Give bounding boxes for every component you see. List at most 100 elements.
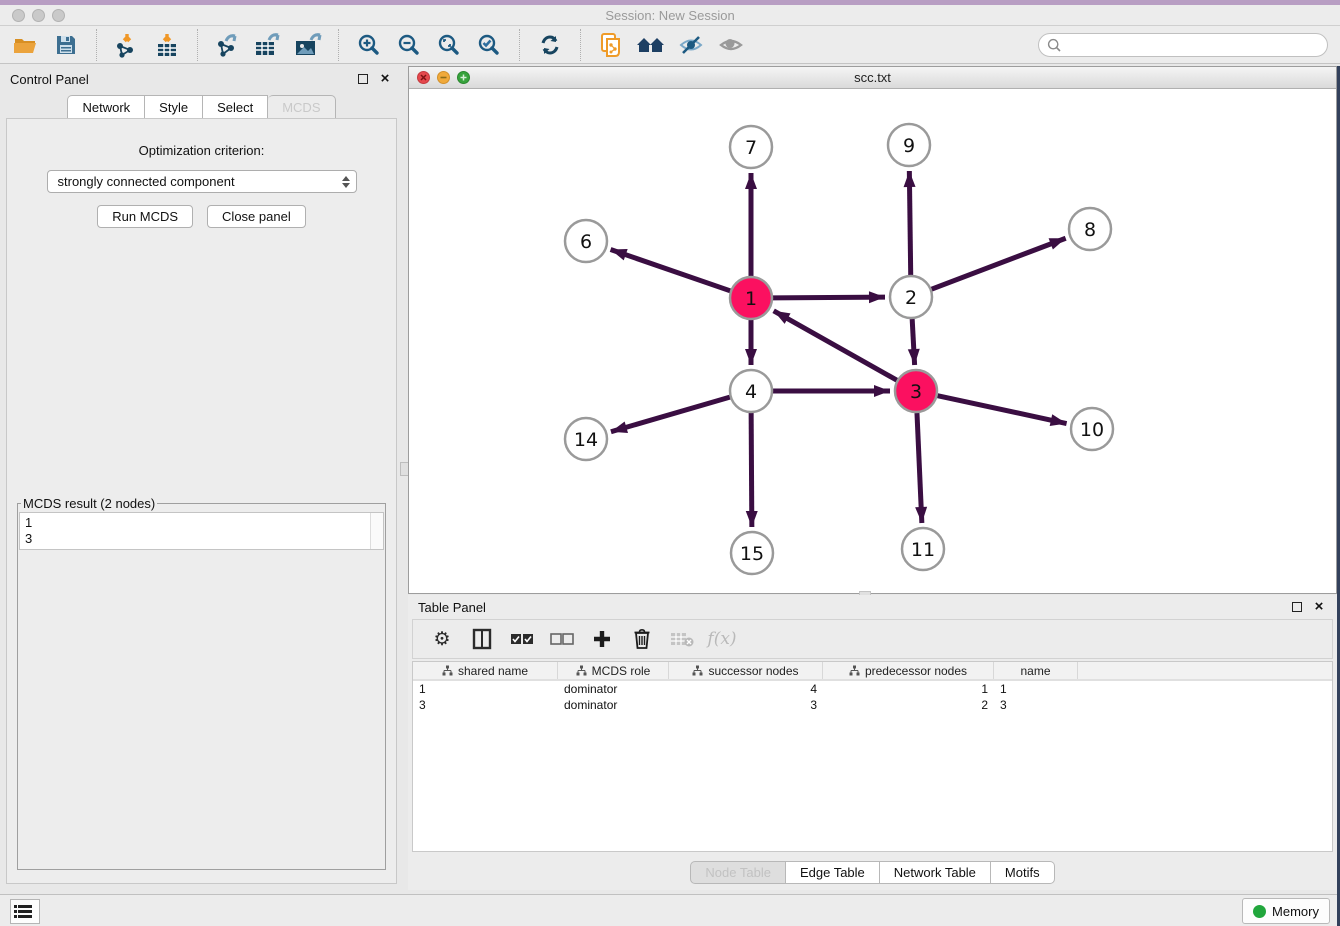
delete-table-button[interactable]	[669, 625, 695, 653]
gear-icon: ⚙	[433, 630, 450, 649]
network-maximize-button[interactable]	[457, 71, 470, 84]
network-minimize-button[interactable]	[437, 71, 450, 84]
cell-mcds-role[interactable]: dominator	[558, 697, 669, 713]
node-2[interactable]: 2	[890, 276, 932, 318]
node-15[interactable]: 15	[731, 532, 773, 574]
tab-edge-table[interactable]: Edge Table	[786, 861, 880, 884]
column-header-successor-nodes[interactable]: successor nodes	[669, 662, 823, 679]
show-all-button[interactable]	[711, 29, 751, 61]
cell-successor-nodes[interactable]: 4	[669, 681, 823, 697]
result-scrollbar[interactable]	[370, 513, 383, 549]
save-session-button[interactable]	[46, 29, 86, 61]
zoom-out-button[interactable]	[389, 29, 429, 61]
tab-node-table[interactable]: Node Table	[690, 861, 786, 884]
cell-predecessor-nodes[interactable]: 2	[823, 697, 994, 713]
cell-shared-name[interactable]: 1	[413, 681, 558, 697]
node-6[interactable]: 6	[565, 220, 607, 262]
export-table-button[interactable]	[248, 29, 288, 61]
tab-select[interactable]: Select	[203, 95, 268, 118]
node-7[interactable]: 7	[730, 126, 772, 168]
network-close-button[interactable]	[417, 71, 430, 84]
clone-network-button[interactable]	[591, 29, 631, 61]
cell-mcds-role[interactable]: dominator	[558, 681, 669, 697]
import-network-button[interactable]	[107, 29, 147, 61]
run-mcds-button[interactable]: Run MCDS	[97, 205, 193, 228]
table-row[interactable]: 1dominator411	[413, 681, 1332, 697]
open-session-button[interactable]	[6, 29, 46, 61]
tab-style[interactable]: Style	[145, 95, 203, 118]
table-settings-button[interactable]: ⚙	[429, 625, 455, 653]
node-11[interactable]: 11	[902, 528, 944, 570]
tab-network-table[interactable]: Network Table	[880, 861, 991, 884]
export-image-button[interactable]	[288, 29, 328, 61]
zoom-fit-button[interactable]	[429, 29, 469, 61]
search-input[interactable]	[1066, 38, 1316, 53]
edge-2-9[interactable]	[909, 171, 910, 275]
edge-1-6[interactable]	[611, 249, 731, 290]
edge-1-2[interactable]	[773, 297, 885, 298]
delete-column-button[interactable]	[629, 625, 655, 653]
selected-criterion: strongly connected component	[58, 174, 342, 189]
select-stepper-icon	[342, 176, 350, 188]
cell-name[interactable]: 3	[994, 697, 1078, 713]
tab-motifs[interactable]: Motifs	[991, 861, 1055, 884]
edge-3-1[interactable]	[774, 311, 897, 380]
deselect-all-button[interactable]	[549, 625, 575, 653]
float-table-panel-icon[interactable]	[1289, 599, 1305, 615]
edge-3-10[interactable]	[938, 396, 1067, 424]
close-panel-icon[interactable]: ×	[377, 71, 393, 87]
close-panel-button[interactable]: Close panel	[207, 205, 306, 228]
svg-text:4: 4	[745, 381, 757, 403]
node-1[interactable]: 1	[730, 277, 772, 319]
function-builder-button[interactable]: f(x)	[709, 625, 735, 653]
float-panel-icon[interactable]	[355, 71, 371, 87]
table-tabs: Node TableEdge TableNetwork TableMotifs	[408, 861, 1337, 884]
network-graph[interactable]: 1 2 3 4 6 7 8 9 10 11 14 15	[409, 89, 1336, 593]
table-body: 1dominator4113dominator323	[413, 681, 1332, 713]
edge-2-3[interactable]	[912, 319, 914, 365]
hide-selected-button[interactable]	[671, 29, 711, 61]
cyndx-home-button[interactable]	[631, 29, 671, 61]
cell-shared-name[interactable]: 3	[413, 697, 558, 713]
network-canvas[interactable]: 1 2 3 4 6 7 8 9 10 11 14 15	[409, 89, 1336, 593]
close-table-panel-icon[interactable]: ×	[1311, 599, 1327, 615]
node-8[interactable]: 8	[1069, 208, 1111, 250]
task-history-button[interactable]	[10, 899, 40, 924]
cell-predecessor-nodes[interactable]: 1	[823, 681, 994, 697]
mcds-result-area[interactable]: 1 3	[19, 512, 384, 550]
column-header-shared-name[interactable]: shared name	[413, 662, 558, 679]
column-header-mcds-role[interactable]: MCDS role	[558, 662, 669, 679]
zoom-selected-button[interactable]	[469, 29, 509, 61]
search-field[interactable]	[1038, 33, 1328, 57]
column-header-predecessor-nodes[interactable]: predecessor nodes	[823, 662, 994, 679]
refresh-button[interactable]	[530, 29, 570, 61]
node-4[interactable]: 4	[730, 370, 772, 412]
add-column-button[interactable]	[589, 625, 615, 653]
network-window-titlebar[interactable]: scc.txt	[409, 67, 1336, 89]
svg-text:10: 10	[1080, 419, 1104, 441]
tab-mcds[interactable]: MCDS	[268, 95, 335, 118]
network-view-window: scc.txt 1 2 3 4 6 7 8 9 10 11 14 15	[408, 66, 1337, 594]
node-14[interactable]: 14	[565, 418, 607, 460]
memory-button[interactable]: Memory	[1242, 898, 1330, 924]
edge-3-11[interactable]	[917, 413, 922, 523]
export-network-button[interactable]	[208, 29, 248, 61]
edge-4-15[interactable]	[751, 413, 752, 527]
tab-network[interactable]: Network	[67, 95, 145, 118]
column-header-name[interactable]: name	[994, 662, 1078, 679]
node-9[interactable]: 9	[888, 124, 930, 166]
zoom-in-button[interactable]	[349, 29, 389, 61]
edge-2-8[interactable]	[932, 238, 1066, 289]
show-columns-button[interactable]	[469, 625, 495, 653]
import-table-button[interactable]	[147, 29, 187, 61]
open-folder-icon	[13, 34, 39, 56]
save-floppy-icon	[55, 34, 77, 56]
edge-4-14[interactable]	[611, 397, 730, 432]
node-10[interactable]: 10	[1071, 408, 1113, 450]
cell-name[interactable]: 1	[994, 681, 1078, 697]
select-all-button[interactable]	[509, 625, 535, 653]
cell-successor-nodes[interactable]: 3	[669, 697, 823, 713]
node-3[interactable]: 3	[895, 370, 937, 412]
table-row[interactable]: 3dominator323	[413, 697, 1332, 713]
optimization-criterion-select[interactable]: strongly connected component	[47, 170, 357, 193]
